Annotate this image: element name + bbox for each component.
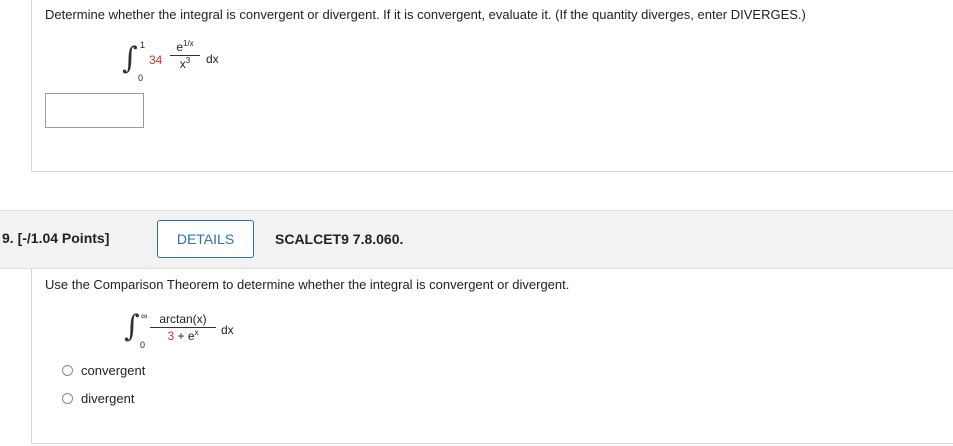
radio-button[interactable] <box>62 393 73 404</box>
option-convergent[interactable]: convergent <box>62 363 145 378</box>
previous-question-prompt: Determine whether the integral is conver… <box>45 7 806 22</box>
fraction-numerator: e1/x <box>176 39 194 55</box>
integral-differential: dx <box>206 52 219 66</box>
option-label: convergent <box>81 363 146 378</box>
integral-sign: ∫ <box>122 41 138 76</box>
integral-upper-limit: 1 <box>140 40 146 50</box>
answer-input[interactable] <box>45 93 144 128</box>
fraction-denominator: 3 + ex <box>167 328 199 344</box>
option-divergent[interactable]: divergent <box>62 391 134 406</box>
question-prompt: Use the Comparison Theorem to determine … <box>45 277 570 292</box>
integrand-fraction: e1/x x3 <box>170 40 200 71</box>
integral-sign: ∫ <box>124 309 140 344</box>
integral-lower-limit: 0 <box>138 73 144 83</box>
integral-differential: dx <box>221 323 234 337</box>
details-button[interactable]: DETAILS <box>157 220 254 258</box>
question-header <box>0 210 953 269</box>
integrand-fraction: arctan(x) 3 + ex <box>150 312 216 343</box>
question-source: SCALCET9 7.8.060. <box>275 231 404 247</box>
fraction-denominator: x3 <box>179 56 191 72</box>
integral-coefficient: 34 <box>149 53 163 67</box>
option-label: divergent <box>81 391 135 406</box>
question-number-points: 9. [-/1.04 Points] <box>2 230 110 246</box>
integral-lower-limit: 0 <box>140 340 146 350</box>
fraction-numerator: arctan(x) <box>159 312 207 326</box>
integral-upper-limit: ∞ <box>141 311 148 321</box>
previous-question-panel <box>31 0 953 172</box>
question-panel <box>31 269 953 444</box>
radio-button[interactable] <box>62 365 73 376</box>
